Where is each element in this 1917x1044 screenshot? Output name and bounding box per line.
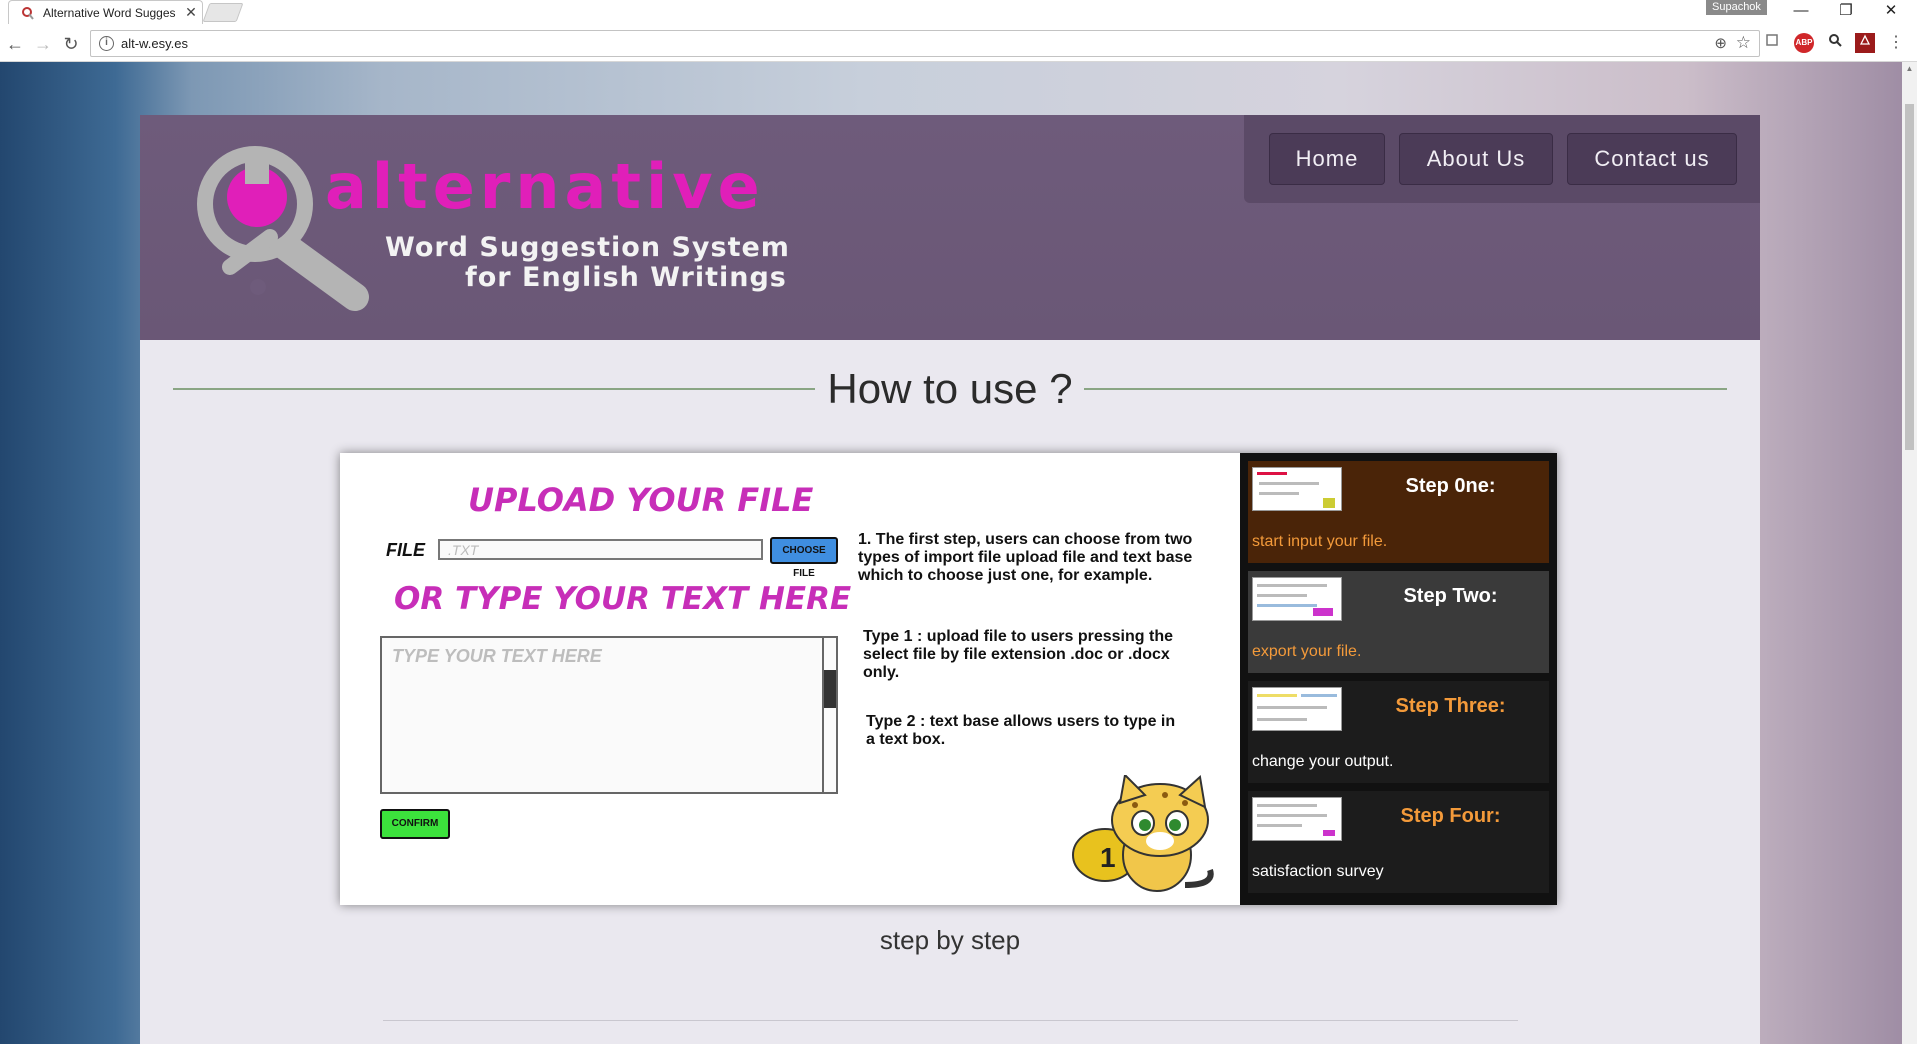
instruction-type-1: Type 1 : upload file to users pressing t… (863, 628, 1173, 681)
star-icon[interactable]: ☆ (1736, 33, 1751, 53)
step-three-thumb[interactable]: Step Three: change your output. (1248, 681, 1549, 783)
choose-file-button: CHOOSE FILE (770, 537, 838, 579)
text-area-scrollbar (822, 638, 836, 792)
forward-button[interactable]: → (30, 31, 56, 57)
back-button[interactable]: ← (2, 31, 28, 57)
slider-caption: step by step (879, 925, 1021, 955)
step-thumbnails: Step 0ne: start input your file. Step Tw… (1240, 453, 1557, 905)
adblock-icon[interactable]: ABP (1794, 33, 1814, 53)
cast-icon[interactable] (1762, 33, 1782, 53)
page-scrollbar[interactable]: ▲ (1902, 62, 1917, 1044)
logo-subtitle-line2: for English Writings (465, 262, 787, 293)
site-logo[interactable]: alternative Word Suggestion System for E… (190, 142, 790, 322)
instruction-type-2: Type 2 : text base allows users to type … (866, 713, 1176, 748)
scrollbar-thumb[interactable] (1905, 104, 1914, 450)
tab-title: Alternative Word Sugges (43, 5, 176, 20)
step-two-thumb[interactable]: Step Two: export your file. (1248, 571, 1549, 673)
text-area-illustration: TYPE YOUR TEXT HERE (380, 636, 838, 794)
search-extension-icon[interactable] (1825, 33, 1845, 53)
pdf-icon[interactable] (1855, 33, 1875, 53)
step-one-title: Step 0ne: (1405, 475, 1496, 497)
instruction-step-1: 1. The first step, users can choose from… (858, 531, 1193, 584)
browser-tab[interactable]: Alternative Word Sugges ✕ (8, 0, 203, 24)
upload-title: UPLOAD YOUR FILE (468, 481, 814, 519)
file-field: .TXT (438, 539, 763, 560)
step-three-title: Step Three: (1395, 695, 1506, 717)
url-text[interactable]: alt-w.esy.es (121, 36, 188, 51)
step-two-desc: export your file. (1252, 643, 1362, 660)
user-badge[interactable]: Supachok (1706, 0, 1767, 15)
main-nav: Home About Us Contact us (1244, 115, 1760, 203)
favicon-icon (22, 6, 34, 20)
restore-button[interactable]: ❐ (1824, 0, 1868, 22)
step-four-thumb[interactable]: Step Four: satisfaction survey (1248, 791, 1549, 893)
reload-button[interactable]: ↻ (58, 31, 84, 57)
page-container: alternative Word Suggestion System for E… (140, 115, 1760, 1044)
step-two-preview (1252, 577, 1342, 621)
step-four-preview (1252, 797, 1342, 841)
step-four-desc: satisfaction survey (1252, 863, 1384, 880)
confirm-button: CONFIRM (380, 809, 450, 839)
tab-close-icon[interactable]: ✕ (180, 4, 202, 21)
site-header: alternative Word Suggestion System for E… (140, 115, 1760, 340)
tutorial-slider: UPLOAD YOUR FILE FILE .TXT CHOOSE FILE O… (340, 453, 1557, 905)
browser-toolbar: ← → ↻ i alt-w.esy.es ⊕ ☆ ABP ⋮ (0, 24, 1917, 62)
menu-icon[interactable]: ⋮ (1886, 33, 1906, 53)
address-bar[interactable]: i alt-w.esy.es ⊕ ☆ (90, 30, 1760, 57)
minimize-button[interactable]: — (1779, 0, 1823, 22)
close-window-button[interactable]: ✕ (1869, 0, 1913, 22)
how-to-use-heading: How to use ? (140, 363, 1760, 413)
nav-home[interactable]: Home (1269, 133, 1385, 185)
step-one-preview (1252, 467, 1342, 511)
step-two-title: Step Two: (1403, 585, 1498, 607)
slide-image[interactable]: UPLOAD YOUR FILE FILE .TXT CHOOSE FILE O… (340, 453, 1240, 905)
scroll-up-icon[interactable]: ▲ (1902, 64, 1917, 73)
or-type-title: OR TYPE YOUR TEXT HERE (394, 581, 852, 617)
section-title: How to use ? (827, 365, 1073, 412)
section-divider (383, 1020, 1518, 1021)
nav-contact-us[interactable]: Contact us (1567, 133, 1737, 185)
info-icon[interactable]: i (99, 36, 114, 51)
badge-number: 1 (1100, 842, 1116, 873)
step-four-title: Step Four: (1400, 805, 1501, 827)
logo-title: alternative (325, 150, 765, 223)
step-three-desc: change your output. (1252, 753, 1394, 770)
step-one-desc: start input your file. (1252, 533, 1388, 550)
step-one-thumb[interactable]: Step 0ne: start input your file. (1248, 461, 1549, 563)
browser-titlebar: Alternative Word Sugges ✕ Supachok — ❐ ✕ (0, 0, 1917, 24)
nav-about-us[interactable]: About Us (1399, 133, 1553, 185)
new-tab-button[interactable] (202, 3, 244, 22)
zoom-icon[interactable]: ⊕ (1714, 34, 1727, 52)
leopard-mascot-icon: 1 (1072, 775, 1214, 892)
step-three-preview (1252, 687, 1342, 731)
file-label: FILE (386, 540, 425, 560)
text-area-placeholder: TYPE YOUR TEXT HERE (392, 646, 602, 666)
logo-subtitle-line1: Word Suggestion System (385, 232, 790, 263)
